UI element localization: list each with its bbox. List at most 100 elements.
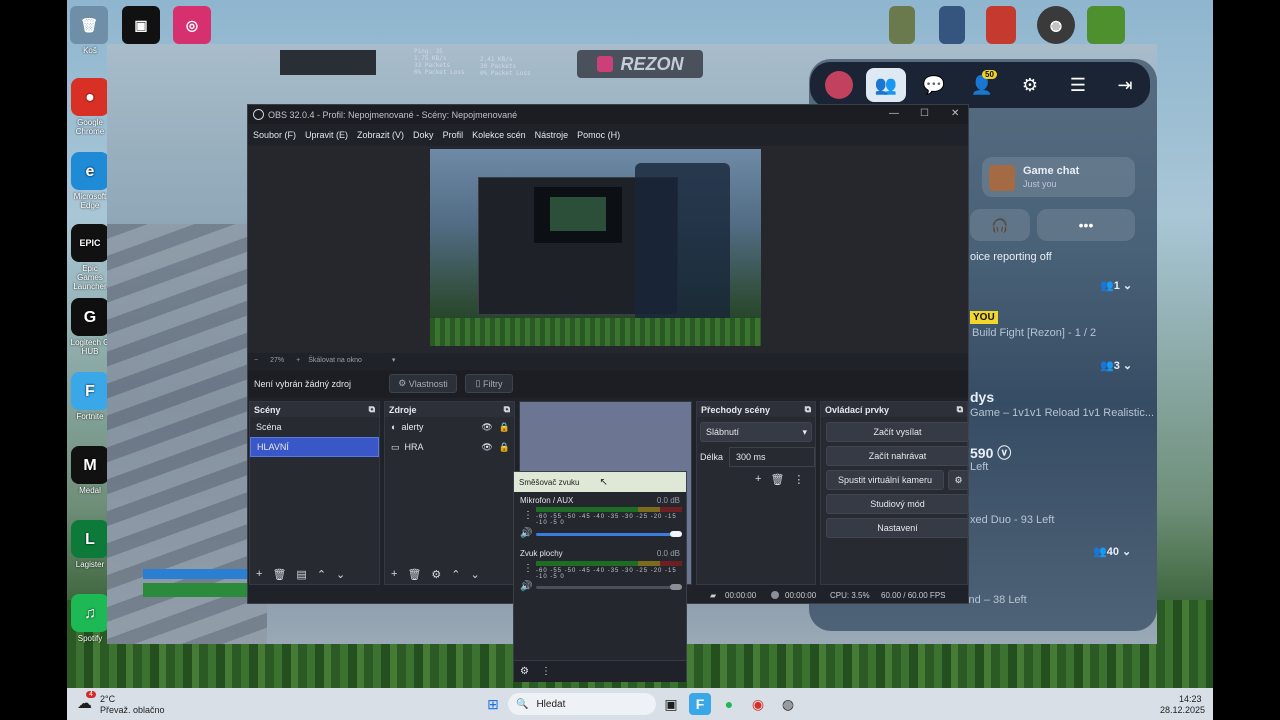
menu-item[interactable]: Profil (443, 130, 464, 140)
obs-preview-area[interactable] (248, 146, 968, 353)
add-source-icon[interactable]: + (391, 568, 397, 580)
minimize-icon[interactable]: — (889, 108, 899, 119)
move-down-icon[interactable]: ⌄ (336, 568, 345, 581)
image-thumb-3-icon[interactable] (986, 6, 1016, 44)
party-count-3[interactable]: 👥40 ⌄ (1093, 545, 1131, 558)
desktop-shortcut[interactable]: ♫ Spotify (69, 594, 111, 643)
channel-2-slider-handle[interactable] (670, 584, 682, 590)
virtual-camera-settings-icon[interactable]: ⚙ (948, 470, 969, 490)
menu-item[interactable]: Doky (413, 130, 434, 140)
settings-button[interactable]: Nastavení (826, 518, 969, 538)
menu-item[interactable]: Nástroje (535, 130, 569, 140)
image-thumb-2-icon[interactable] (939, 6, 965, 44)
desktop-shortcut[interactable]: F Fortnite (69, 372, 111, 421)
desktop-shortcut[interactable]: ● Google Chrome (69, 78, 111, 136)
source-item-1[interactable]: ◐ alerty 👁 🔒 (385, 417, 514, 437)
studio-mode-button[interactable]: Studiový mód (826, 494, 969, 514)
exit-icon[interactable]: ⇥ (1105, 68, 1145, 102)
menu-item[interactable]: Upravit (E) (305, 130, 348, 140)
search-box[interactable]: 🔍 Hledat (508, 693, 656, 715)
transition-select[interactable]: Slábnutí ▾ (700, 422, 812, 442)
move-up-icon[interactable]: ⌃ (317, 568, 326, 581)
channel-2-volume-slider[interactable] (536, 586, 682, 589)
scene-item-2[interactable]: HLAVNÍ (250, 437, 379, 457)
channel-2-volume-icon[interactable]: 🔊 (520, 581, 532, 592)
channel-1-slider-handle[interactable] (670, 531, 682, 537)
source-item-2[interactable]: ▭ HRA 👁 🔒 (385, 437, 514, 457)
game-chat-avatar (989, 165, 1015, 191)
visibility-eye-icon[interactable]: 👁 (481, 442, 492, 453)
display-source-icon: ▭ (391, 441, 400, 452)
channel-1-volume-icon[interactable]: 🔊 (520, 528, 532, 539)
lock-icon[interactable]: 🔒 (499, 442, 510, 453)
channel-1-menu-icon[interactable]: ⋮ (523, 510, 533, 521)
roblox-icon[interactable]: ▣ (122, 6, 160, 44)
zoom-out-icon[interactable]: − (254, 357, 258, 364)
friends-tab-icon[interactable]: 👥 (866, 68, 906, 102)
visibility-eye-icon[interactable]: 👁 (481, 422, 492, 433)
image-thumb-1-icon[interactable] (889, 6, 915, 44)
start-recording-button[interactable]: Začít nahrávat (826, 446, 969, 466)
spotify-icon[interactable]: ● (718, 693, 740, 715)
avatar[interactable] (819, 68, 859, 102)
remove-transition-icon[interactable]: 🗑 (770, 473, 784, 486)
remove-source-icon[interactable]: 🗑 (407, 568, 421, 581)
zoom-in-icon[interactable]: + (296, 357, 300, 364)
chrome-icon[interactable]: ◉ (747, 693, 769, 715)
remove-scene-icon[interactable]: 🗑 (272, 568, 286, 581)
menu-item[interactable]: Kolekce scén (472, 130, 526, 140)
channel-2-menu-icon[interactable]: ⋮ (523, 563, 533, 574)
more-options-button[interactable]: ••• (1037, 209, 1135, 241)
scene-filters-icon[interactable]: ▤ (296, 568, 306, 581)
start-virtual-camera-button[interactable]: Spustit virtuální kameru (826, 470, 944, 490)
move-up-icon[interactable]: ⌃ (451, 568, 460, 581)
mixer-menu-icon[interactable]: ⋮ (541, 666, 551, 677)
health-bar (143, 583, 247, 597)
desktop-shortcut[interactable]: EPIC Epic Games Launcher (69, 224, 111, 291)
menu-icon[interactable]: ☰ (1058, 68, 1098, 102)
lock-icon[interactable]: 🔒 (499, 422, 510, 433)
desktop-shortcut[interactable]: M Medal (69, 446, 111, 495)
party-count-1[interactable]: 👥1 ⌄ (1100, 279, 1132, 292)
obs-icon[interactable]: ◍ (777, 693, 799, 715)
start-streaming-button[interactable]: Začít vysílat (826, 422, 969, 442)
undock-icon[interactable]: ⧉ (957, 404, 963, 415)
transition-menu-icon[interactable]: ⋮ (793, 473, 804, 486)
properties-button[interactable]: ⚙ Vlastnosti (389, 374, 457, 393)
duration-input[interactable]: 300 ms (729, 447, 815, 467)
menu-item[interactable]: Soubor (F) (253, 130, 296, 140)
menu-item[interactable]: Pomoc (H) (577, 130, 620, 140)
headset-button[interactable]: 🎧 (970, 209, 1030, 241)
settings-gear-icon[interactable]: ⚙ (1010, 68, 1050, 102)
source-settings-icon[interactable]: ⚙ (431, 568, 441, 581)
move-down-icon[interactable]: ⌄ (471, 568, 480, 581)
desktop-shortcut-label: Epic Games Launcher (73, 264, 107, 291)
undock-icon[interactable]: ⧉ (805, 404, 811, 415)
task-view-icon[interactable]: ▣ (660, 693, 682, 715)
filters-button[interactable]: ▯ Filtry (465, 374, 513, 393)
chat-icon[interactable]: 💬 (914, 68, 954, 102)
scale-dropdown-icon[interactable]: ▾ (392, 356, 396, 364)
add-transition-icon[interactable]: + (755, 473, 761, 486)
shortcut-app-icon[interactable]: ◍ (1037, 6, 1075, 44)
undock-icon[interactable]: ⧉ (369, 404, 375, 415)
friend-requests-icon[interactable]: 👤 50 (962, 68, 1002, 102)
menu-item[interactable]: Zobrazit (V) (357, 130, 404, 140)
party-count-2[interactable]: 👥3 ⌄ (1100, 359, 1132, 372)
scale-mode[interactable]: Škálovat na okno (308, 357, 362, 364)
add-scene-icon[interactable]: + (256, 568, 262, 580)
fortnite-icon[interactable]: F (689, 693, 711, 715)
desktop-shortcut[interactable]: e Microsoft Edge (69, 152, 111, 210)
scene-item-1[interactable]: Scéna (250, 417, 379, 437)
desktop-shortcut[interactable]: G Logitech G HUB (69, 298, 111, 356)
desktop-shortcut[interactable]: L Lagister (69, 520, 111, 569)
mixer-advanced-icon[interactable]: ⚙ (520, 666, 529, 677)
close-icon[interactable]: ✕ (951, 108, 959, 119)
recycle-bin-icon[interactable]: 🗑 (70, 6, 108, 44)
instagram-icon[interactable]: ◎ (173, 6, 211, 44)
minecraft-icon[interactable] (1087, 6, 1125, 44)
maximize-icon[interactable]: ☐ (920, 108, 929, 119)
undock-icon[interactable]: ⧉ (504, 404, 510, 415)
channel-1-volume-slider[interactable] (536, 533, 682, 536)
start-icon[interactable]: ⊞ (482, 693, 504, 715)
